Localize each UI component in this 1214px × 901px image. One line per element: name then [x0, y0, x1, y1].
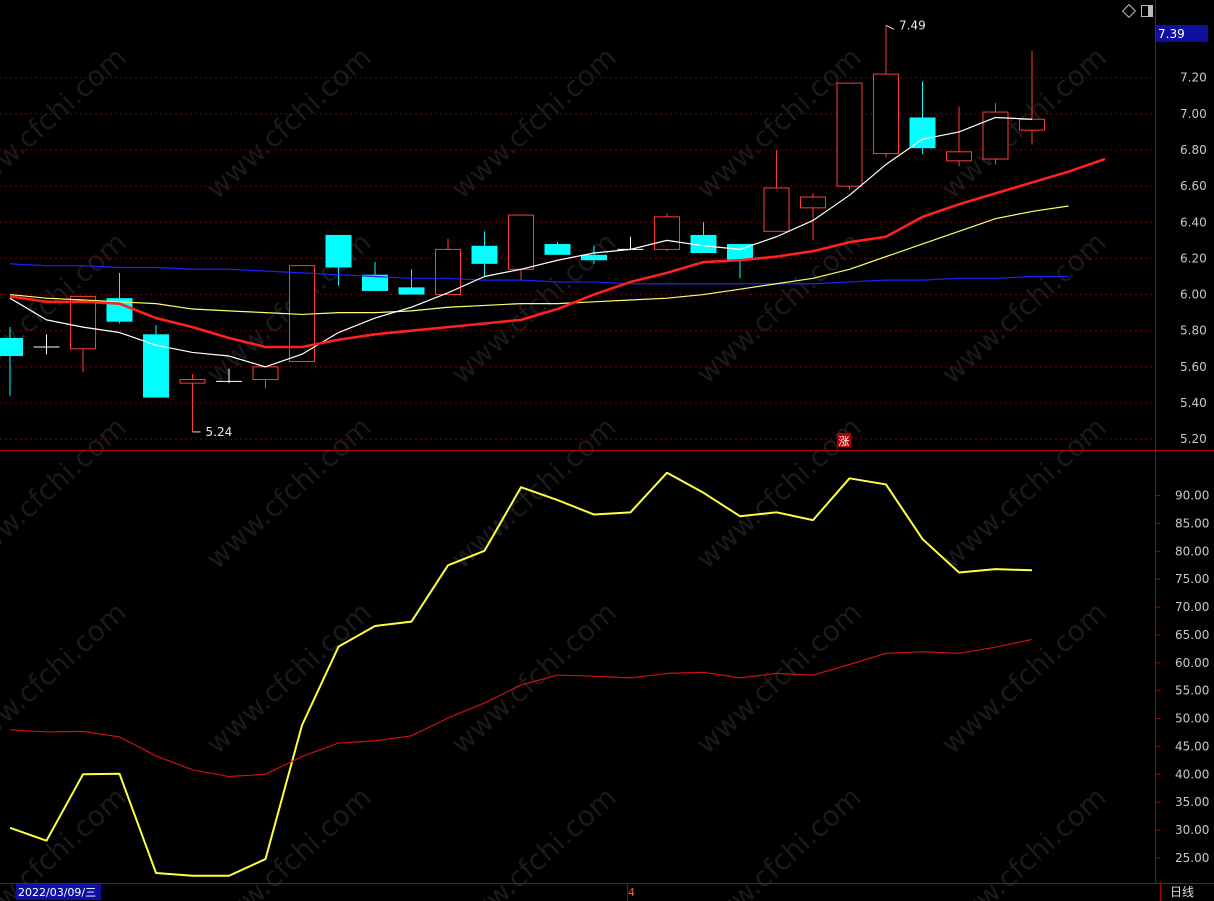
price-ytick-label: 6.20	[1180, 251, 1207, 265]
osc-ytick-label: 25.00	[1175, 851, 1209, 865]
candle-body	[508, 214, 534, 270]
price-ytick-label: 5.60	[1180, 360, 1207, 374]
price-ytick-label: 7.20	[1180, 71, 1207, 85]
osc-ytick-label: 75.00	[1175, 572, 1209, 586]
price-ytick-label: 5.20	[1180, 432, 1207, 446]
candle-body	[873, 73, 899, 155]
candle-body	[325, 234, 352, 268]
candle-body	[581, 254, 607, 261]
candle-body	[909, 117, 936, 149]
stock-chart[interactable]: www.cfchi.com www.cfchi.com www.cfchi.com w…	[0, 0, 1214, 901]
month-marker: 4	[628, 886, 635, 899]
osc-ytick-label: 60.00	[1175, 656, 1209, 670]
date-label: 2022/03/09/三	[18, 886, 96, 899]
osc-ytick-label: 45.00	[1175, 739, 1209, 753]
candle-body	[544, 243, 571, 255]
osc-ytick-label: 85.00	[1175, 516, 1209, 530]
candle-body	[0, 337, 23, 357]
candle-body	[143, 334, 169, 398]
osc-ytick-label: 90.00	[1175, 489, 1209, 503]
candle-body	[471, 245, 498, 264]
rise-marker: 涨	[839, 435, 850, 448]
candle-body	[654, 216, 680, 250]
osc-ytick-label: 55.00	[1175, 684, 1209, 698]
candle-body	[763, 187, 790, 232]
osc-ytick-label: 70.00	[1175, 600, 1209, 614]
candle-body	[1019, 118, 1045, 131]
osc-ytick-label: 65.00	[1175, 628, 1209, 642]
candle-body	[982, 111, 1009, 160]
candle-body	[70, 295, 96, 350]
candle-body	[836, 82, 863, 187]
price-ytick-label: 7.00	[1180, 107, 1207, 121]
candle-body	[179, 379, 206, 384]
price-ytick-label: 6.00	[1180, 288, 1207, 302]
osc-ytick-label: 50.00	[1175, 712, 1209, 726]
price-ytick-label: 5.80	[1180, 324, 1207, 338]
candle-body	[800, 196, 826, 209]
osc-ytick-label: 30.00	[1175, 823, 1209, 837]
candle-body	[252, 366, 279, 381]
period-label: 日线	[1170, 885, 1194, 899]
candle-body	[946, 151, 972, 162]
current-price-value: 7.39	[1158, 27, 1185, 41]
candle-body	[398, 287, 425, 295]
price-ytick-label: 6.40	[1180, 215, 1207, 229]
price-ytick-label: 6.60	[1180, 179, 1207, 193]
osc-ytick-label: 40.00	[1175, 767, 1209, 781]
price-ytick-label: 6.80	[1180, 143, 1207, 157]
price-extreme-label: 5.24	[206, 425, 233, 439]
osc-ytick-label: 35.00	[1175, 795, 1209, 809]
candle-body	[435, 248, 461, 296]
price-ytick-label: 5.40	[1180, 396, 1207, 410]
osc-ytick-label: 80.00	[1175, 544, 1209, 558]
price-extreme-label: 7.49	[899, 18, 926, 32]
panel-toggle-icon[interactable]	[1141, 5, 1153, 17]
